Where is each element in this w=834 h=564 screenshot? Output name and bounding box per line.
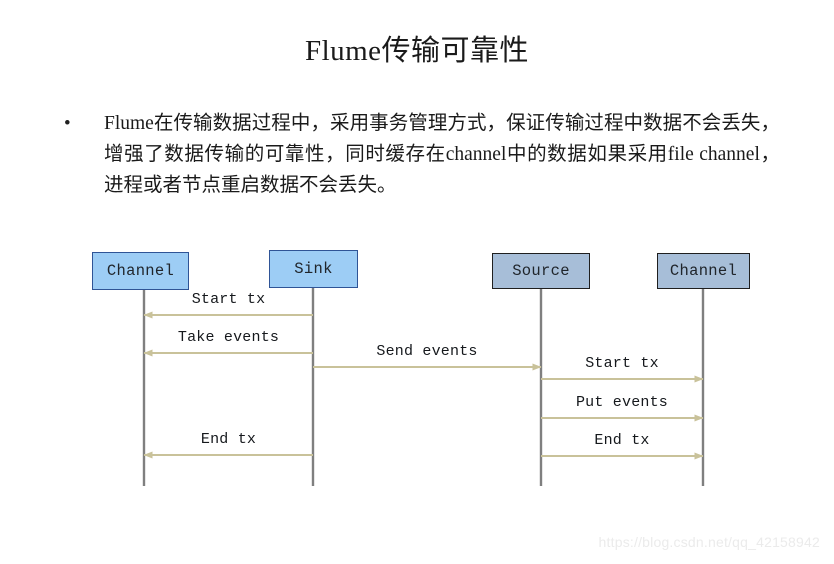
body-text: Flume在传输数据过程中，采用事务管理方式，保证传输过程中数据不会丢失，增强了… [104,113,780,196]
participant-label: Source [512,262,570,280]
participant-label: Channel [106,262,175,280]
lifeline-group [142,288,705,486]
message-label-2: Send events [376,343,478,360]
page-title: Flume传输可靠性 [304,35,530,67]
slide-canvas: Flume传输可靠性 • Flume在传输数据过程中，采用事务管理方式，保证传输… [0,0,834,564]
participant-box-sink-1[interactable]: Sink [269,250,358,288]
message-label-5: End tx [200,431,257,448]
participant-label: Sink [294,260,333,278]
participant-label: Channel [669,262,738,280]
message-label-4: Put events [575,394,668,411]
message-label-6: End tx [594,432,650,449]
participant-box-channel-0[interactable]: Channel [92,252,189,290]
message-label-1: Take events [177,329,280,346]
message-label-0: Start tx [191,291,266,308]
message-label-3: Start tx [585,355,659,372]
watermark: https://blog.csdn.net/qq_42158942 [598,534,820,550]
bullet-marker-icon: • [64,113,71,134]
bullet-paragraph: • Flume在传输数据过程中，采用事务管理方式，保证传输过程中数据不会丢失，增… [60,108,780,201]
participant-box-channel-3[interactable]: Channel [657,253,750,289]
participant-box-source-2[interactable]: Source [492,253,590,289]
